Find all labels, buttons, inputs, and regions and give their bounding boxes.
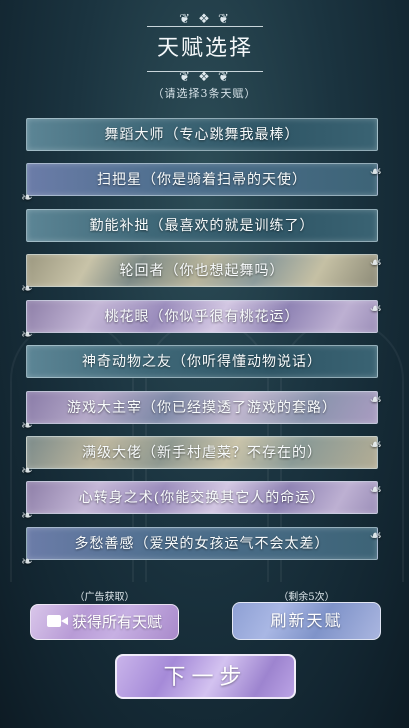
- refresh-talents-button[interactable]: 刷新天赋: [232, 602, 381, 640]
- talent-label: 神奇动物之友（你听得懂动物说话）: [82, 354, 322, 370]
- refresh-remaining-label: （剩余5次）: [278, 592, 335, 603]
- talent-label: 满级大佬（新手村虐菜？不存在的）: [82, 445, 322, 461]
- talent-label: 舞蹈大师（专心跳舞我最棒）: [104, 127, 300, 143]
- talent-label: 勤能补拙（最喜欢的就是训练了）: [89, 218, 315, 234]
- flourish-icon: ☙: [369, 301, 383, 317]
- next-step-label: 下一步: [163, 665, 248, 690]
- talent-option[interactable]: ❧ 桃花眼（你似乎很有桃花运） ☙: [21, 300, 382, 343]
- page-subtitle: （请选择3条天赋）: [152, 87, 257, 100]
- flourish-icon: ❧: [21, 554, 34, 570]
- flourish-icon: ☙: [369, 437, 383, 453]
- ad-label: （广告获取）: [74, 592, 135, 603]
- title-frame: ❦ ❖ ❦ 天赋选择 ❦ ❖ ❦: [147, 13, 263, 85]
- talent-option[interactable]: ❧ 满级大佬（新手村虐菜？不存在的） ☙: [21, 436, 382, 479]
- talent-label: 桃花眼（你似乎很有桃花运）: [104, 309, 300, 325]
- flourish-icon: ☙: [369, 255, 383, 271]
- next-step-button[interactable]: 下一步: [115, 654, 296, 699]
- talent-label: 轮回者（你也想起舞吗）: [119, 263, 285, 279]
- talent-option[interactable]: ❧ 心转身之术(你能交换其它人的命运） ☙: [21, 481, 382, 524]
- talent-label: 多愁善感（爱哭的女孩运气不会太差）: [74, 536, 330, 552]
- talent-option[interactable]: 舞蹈大师（专心跳舞我最棒）: [26, 118, 378, 151]
- talent-option[interactable]: ❧ 多愁善感（爱哭的女孩运气不会太差） ☙: [21, 527, 382, 570]
- talent-option[interactable]: 神奇动物之友（你听得懂动物说话）: [26, 345, 378, 378]
- flourish-icon: ☙: [369, 482, 383, 498]
- page-title: 天赋选择: [156, 36, 253, 61]
- flourish-icon: ☙: [369, 528, 383, 544]
- flourish-icon: ☙: [369, 164, 383, 180]
- talent-label: 游戏大主宰（你已经摸透了游戏的套路）: [67, 400, 337, 416]
- talent-label: 心转身之术(你能交换其它人的命运）: [78, 490, 326, 506]
- flourish-icon: ☙: [369, 392, 383, 408]
- talent-option[interactable]: ❧ 游戏大主宰（你已经摸透了游戏的套路） ☙: [21, 391, 382, 434]
- talent-label: 扫把星（你是骑着扫帚的天使）: [97, 172, 307, 188]
- get-all-talents-button[interactable]: 获得所有天赋: [30, 604, 179, 640]
- talent-option[interactable]: ❧ 轮回者（你也想起舞吗） ☙: [21, 254, 382, 297]
- get-all-talents-label: 获得所有天赋: [71, 613, 162, 631]
- refresh-talents-label: 刷新天赋: [270, 611, 343, 630]
- ornament-bottom-icon: ❦ ❖ ❦: [179, 70, 231, 85]
- video-camera-icon: [46, 614, 69, 628]
- talent-option[interactable]: 勤能补拙（最喜欢的就是训练了）: [26, 209, 378, 242]
- talent-option[interactable]: ❧ 扫把星（你是骑着扫帚的天使） ☙: [21, 163, 382, 206]
- ornament-top-icon: ❦ ❖ ❦: [179, 12, 231, 27]
